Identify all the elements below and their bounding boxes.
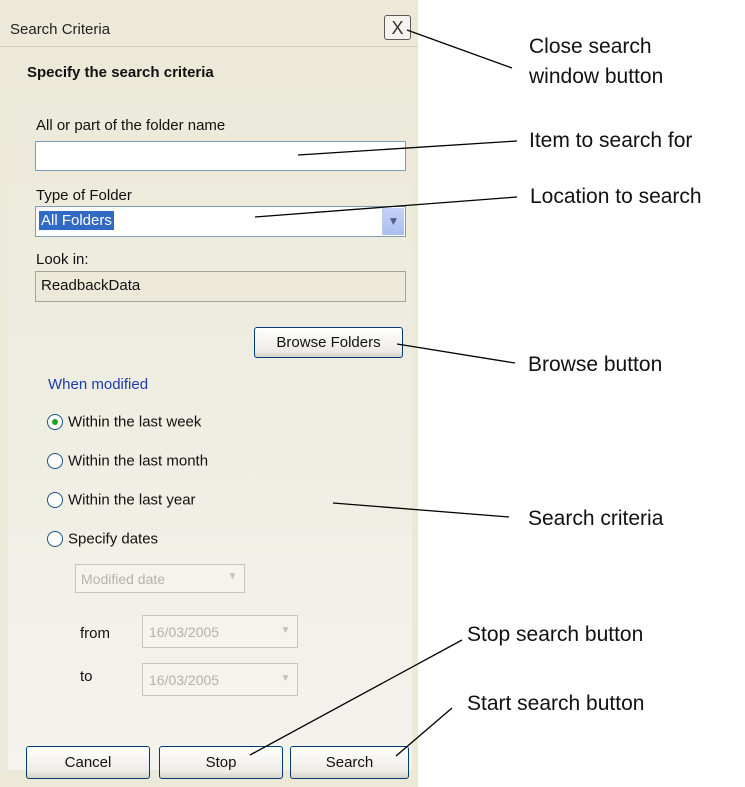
callout-line-start: [395, 707, 453, 757]
annotation-start: Start search button: [467, 692, 645, 715]
annotation-item: Item to search for: [529, 129, 693, 152]
callout-line-close: [406, 29, 513, 69]
annotation-stop: Stop search button: [467, 623, 644, 646]
annotation-criteria: Search criteria: [528, 507, 664, 530]
callout-line-browse: [396, 343, 516, 364]
annotation-close-line2: window button: [529, 65, 664, 88]
callout-line-item: [297, 140, 518, 156]
annotation-browse: Browse button: [528, 353, 663, 376]
annotation-location: Location to search: [530, 185, 702, 208]
annotation-close-line1: Close search: [529, 35, 652, 58]
callout-line-stop: [249, 639, 463, 756]
callout-line-criteria: [332, 502, 510, 518]
callout-line-location: [254, 196, 518, 218]
annotation-close-window: Close search window button: [529, 32, 663, 92]
callout-lines: [249, 29, 518, 757]
